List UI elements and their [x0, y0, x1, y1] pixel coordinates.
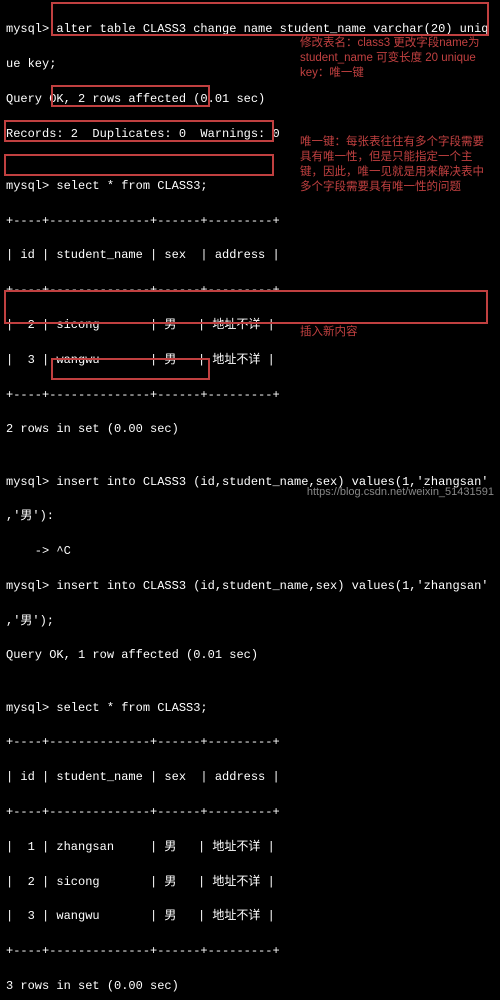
table-border: +----+--------------+------+---------+	[6, 213, 494, 230]
sql-line: -> ^C	[6, 543, 494, 560]
highlight-box	[51, 85, 210, 107]
sql-line: ,'男');	[6, 613, 494, 630]
highlight-box	[4, 154, 274, 176]
table-row: | 2 | sicong | 男 | 地址不详 |	[6, 874, 494, 891]
table-border: +----+--------------+------+---------+	[6, 734, 494, 751]
table-border: +----+--------------+------+---------+	[6, 387, 494, 404]
table-border: +----+--------------+------+---------+	[6, 943, 494, 960]
annotation-text: 唯一键：每张表往往有多个字段需要具有唯一性，但是只能指定一个主键，因此，唯一见就…	[300, 135, 490, 195]
annotation-text: 插入新内容	[300, 325, 420, 340]
sql-line: mysql> select * from CLASS3;	[6, 700, 494, 717]
watermark-text: https://blog.csdn.net/weixin_51431591	[307, 486, 494, 498]
table-header: | id | student_name | sex | address |	[6, 769, 494, 786]
sql-line: ,'男'):	[6, 508, 494, 525]
highlight-box	[4, 120, 274, 142]
annotation-text: 修改表名：class3 更改字段name为student_name 可变长度 2…	[300, 36, 490, 81]
highlight-box	[51, 2, 489, 36]
table-row: | 3 | wangwu | 男 | 地址不详 |	[6, 908, 494, 925]
table-row: | 1 | zhangsan | 男 | 地址不详 |	[6, 839, 494, 856]
highlight-box	[4, 290, 488, 324]
table-header: | id | student_name | sex | address |	[6, 247, 494, 264]
result-line: 3 rows in set (0.00 sec)	[6, 978, 494, 995]
sql-line: mysql> insert into CLASS3 (id,student_na…	[6, 578, 494, 595]
table-border: +----+--------------+------+---------+	[6, 804, 494, 821]
result-line: Query OK, 1 row affected (0.01 sec)	[6, 647, 494, 664]
highlight-box	[51, 358, 210, 380]
result-line: 2 rows in set (0.00 sec)	[6, 421, 494, 438]
